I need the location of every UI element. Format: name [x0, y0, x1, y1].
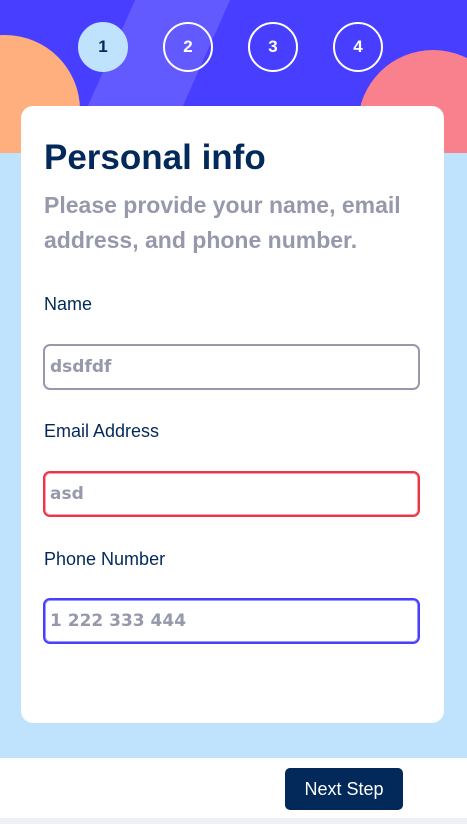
next-step-button[interactable]: Next Step: [285, 768, 403, 810]
email-input[interactable]: [43, 471, 420, 517]
step-1[interactable]: 1: [78, 22, 128, 72]
form-card: Personal info Please provide your name, …: [21, 106, 444, 723]
step-3[interactable]: 3: [248, 22, 298, 72]
name-input[interactable]: [43, 344, 420, 390]
page-subtitle: Please provide your name, email address,…: [44, 192, 401, 253]
phone-label: Phone Number: [44, 549, 166, 569]
step-indicator: 1 2 3 4: [0, 22, 467, 76]
page-title: Personal info: [44, 138, 266, 177]
step-2[interactable]: 2: [163, 22, 213, 72]
name-label: Name: [44, 294, 93, 314]
step-4[interactable]: 4: [333, 22, 383, 72]
footer-bar: Next Step: [0, 758, 467, 818]
bottom-strip: [0, 818, 467, 824]
phone-input[interactable]: [43, 598, 420, 644]
email-label: Email Address: [44, 421, 160, 441]
